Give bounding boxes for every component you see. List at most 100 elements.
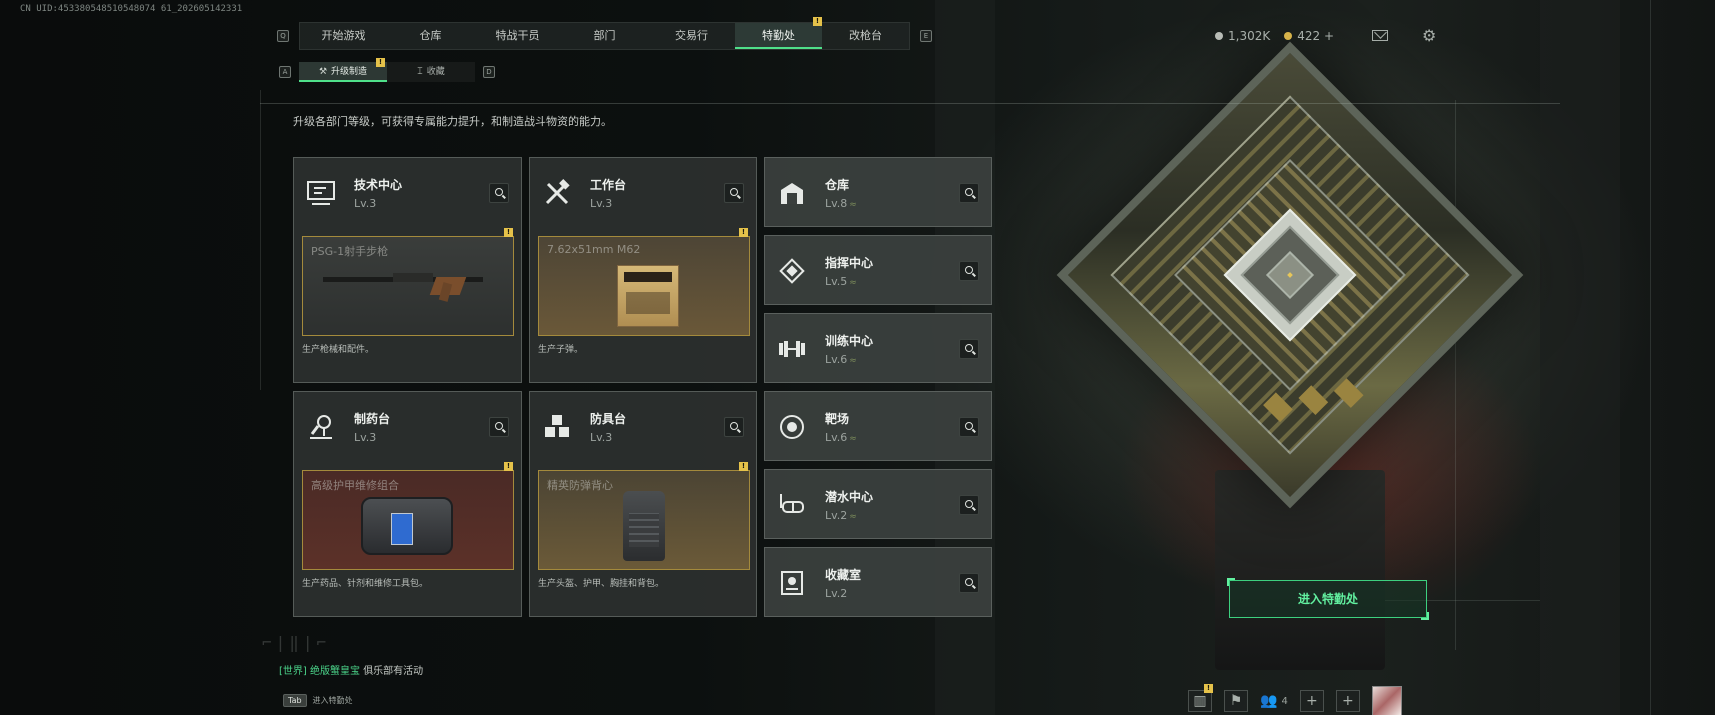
chat-sender[interactable]: 绝版蟹皇宝: [310, 666, 360, 677]
department-level: Lv.2: [825, 587, 848, 600]
add-gold-icon[interactable]: +: [1324, 29, 1334, 43]
flag-icon: ⚑: [1229, 693, 1243, 709]
currency-bar: 1,302K 422 + ⚙: [1215, 26, 1436, 45]
inspect-button[interactable]: [959, 339, 979, 359]
tab-warehouse[interactable]: 仓库: [387, 23, 474, 49]
nav-left-key[interactable]: Q: [277, 30, 289, 42]
chat-hint: Tab 进入特勤处: [283, 694, 353, 707]
friends-button[interactable]: 👥 4: [1260, 693, 1288, 709]
nav-right-key[interactable]: E: [920, 30, 932, 42]
tab-label: 特勤处: [762, 29, 795, 42]
tab-trade[interactable]: 交易行: [648, 23, 735, 49]
department-card-command-center[interactable]: 指挥中心 Lv.5 ≈: [764, 235, 992, 305]
product-name: 高级护甲维修组合: [311, 479, 399, 492]
inspect-button[interactable]: [489, 417, 509, 437]
gear-icon[interactable]: ⚙: [1422, 26, 1436, 45]
department-card-shooting-range[interactable]: 靶场 Lv.6 ≈: [764, 391, 992, 461]
inspect-button[interactable]: [959, 573, 979, 593]
department-level: Lv.8: [825, 197, 848, 210]
gold-coin-icon: [1284, 32, 1293, 40]
vest-image: [623, 491, 665, 561]
collection-icon: [775, 566, 809, 600]
plus-icon: +: [1341, 693, 1354, 709]
computer-icon: [304, 176, 338, 210]
diving-mask-icon: [775, 488, 809, 522]
department-card-warehouse[interactable]: 仓库 Lv.8 ≈: [764, 157, 992, 227]
tab-gunsmith[interactable]: 改枪台: [822, 23, 909, 49]
friends-count: 4: [1281, 695, 1288, 707]
tab-label: 特战干员: [495, 29, 540, 42]
chat-hint-label: 进入特勤处: [312, 696, 353, 705]
product-preview[interactable]: PSG-1射手步枪: [302, 236, 514, 336]
inspect-button[interactable]: [724, 183, 744, 203]
department-name: 仓库: [825, 178, 850, 192]
inspect-button[interactable]: [489, 183, 509, 203]
alert-badge: !: [739, 228, 748, 237]
bottom-bar: ▥ ! ⚑ 👥 4 + +: [1188, 684, 1402, 715]
department-card-armor-bench[interactable]: 防具台 Lv.3 精英防弹背心 ! 生产头盔、护甲、胸挂和背包。: [529, 391, 757, 617]
bar-chart-icon: ▥: [1193, 693, 1207, 709]
add-slot-button[interactable]: +: [1335, 690, 1360, 712]
department-note: 生产头盔、护甲、胸挂和背包。: [538, 579, 665, 589]
subnav-left-key[interactable]: A: [279, 66, 291, 78]
tab-label: 仓库: [419, 29, 442, 42]
tab-departments[interactable]: 部门: [561, 23, 648, 49]
product-preview[interactable]: 精英防弹背心: [538, 470, 750, 570]
alert-badge: !: [504, 228, 513, 237]
cube-artwork: [1056, 41, 1524, 509]
avatar[interactable]: [1371, 686, 1402, 715]
department-note: 生产枪械和配件。: [302, 345, 375, 355]
department-name: 工作台: [590, 178, 627, 192]
player-uid: CN UID:453380548510548074 61_20260514233…: [20, 4, 243, 14]
department-card-training-center[interactable]: 训练中心 Lv.6 ≈: [764, 313, 992, 383]
department-card-pharmacy[interactable]: 制药台 Lv.3 高级护甲维修组合 ! 生产药品、针剂和维修工具包。: [293, 391, 522, 617]
top-nav: Q 开始游戏 仓库 特战干员 部门 交易行 特勤处 ! 改枪台 E: [277, 17, 932, 50]
department-note: 生产子弹。: [538, 345, 584, 355]
silver-currency: 1,302K: [1215, 29, 1270, 43]
department-card-workbench[interactable]: 工作台 Lv.3 7.62x51mm M62 ! 生产子弹。: [529, 157, 757, 383]
department-level: Lv.6: [825, 431, 848, 444]
department-name: 收藏室: [825, 568, 862, 582]
department-level: Lv.6: [825, 353, 848, 366]
flag-button[interactable]: ⚑: [1224, 690, 1248, 712]
chat-line[interactable]: [世界] 绝版蟹皇宝 俱乐部有活动: [279, 662, 423, 677]
tab-key[interactable]: Tab: [283, 694, 307, 707]
friends-icon: 👥: [1260, 693, 1278, 709]
mail-icon[interactable]: [1372, 30, 1389, 41]
department-level: Lv.5: [825, 275, 848, 288]
department-name: 训练中心: [825, 334, 874, 348]
department-name: 防具台: [590, 412, 627, 426]
subtab-collection[interactable]: ⌶ 收藏: [387, 62, 475, 82]
tab-label: 改枪台: [849, 29, 882, 42]
department-card-collection-room[interactable]: 收藏室 Lv.2: [764, 547, 992, 617]
inspect-button[interactable]: [724, 417, 744, 437]
alert-badge: !: [1204, 684, 1213, 693]
microscope-icon: [304, 410, 338, 444]
stats-button[interactable]: ▥ !: [1188, 684, 1213, 712]
product-preview[interactable]: 7.62x51mm M62: [538, 236, 750, 336]
add-slot-button[interactable]: +: [1299, 690, 1324, 712]
chat-message: 俱乐部有活动: [363, 666, 424, 677]
department-card-diving-center[interactable]: 潜水中心 Lv.2 ≈: [764, 469, 992, 539]
subtab-label: 升级制造: [331, 67, 368, 77]
department-card-tech-center[interactable]: 技术中心 Lv.3 PSG-1射手步枪 ! 生产枪械和配件。: [293, 157, 522, 383]
plus-icon: +: [1305, 693, 1318, 709]
rifle-image: [323, 273, 483, 302]
product-preview[interactable]: 高级护甲维修组合: [302, 470, 514, 570]
target-icon: [775, 410, 809, 444]
tab-operators[interactable]: 特战干员: [474, 23, 561, 49]
inspect-button[interactable]: [959, 417, 979, 437]
chat-channel: [世界]: [279, 666, 307, 677]
department-level: Lv.3: [354, 197, 377, 210]
tab-special-ops[interactable]: 特勤处 !: [735, 17, 822, 49]
gold-currency[interactable]: 422 +: [1284, 29, 1334, 43]
upgrade-arrow-icon: ≈: [849, 278, 857, 288]
inspect-button[interactable]: [959, 183, 979, 203]
subtab-label: 收藏: [426, 67, 445, 77]
subtab-upgrade-craft[interactable]: ⚒ 升级制造 !: [299, 58, 387, 82]
inspect-button[interactable]: [959, 495, 979, 515]
enter-special-ops-button[interactable]: 进入特勤处: [1227, 578, 1429, 620]
subnav-right-key[interactable]: D: [483, 66, 495, 78]
tab-start-game[interactable]: 开始游戏: [300, 23, 387, 49]
inspect-button[interactable]: [959, 261, 979, 281]
